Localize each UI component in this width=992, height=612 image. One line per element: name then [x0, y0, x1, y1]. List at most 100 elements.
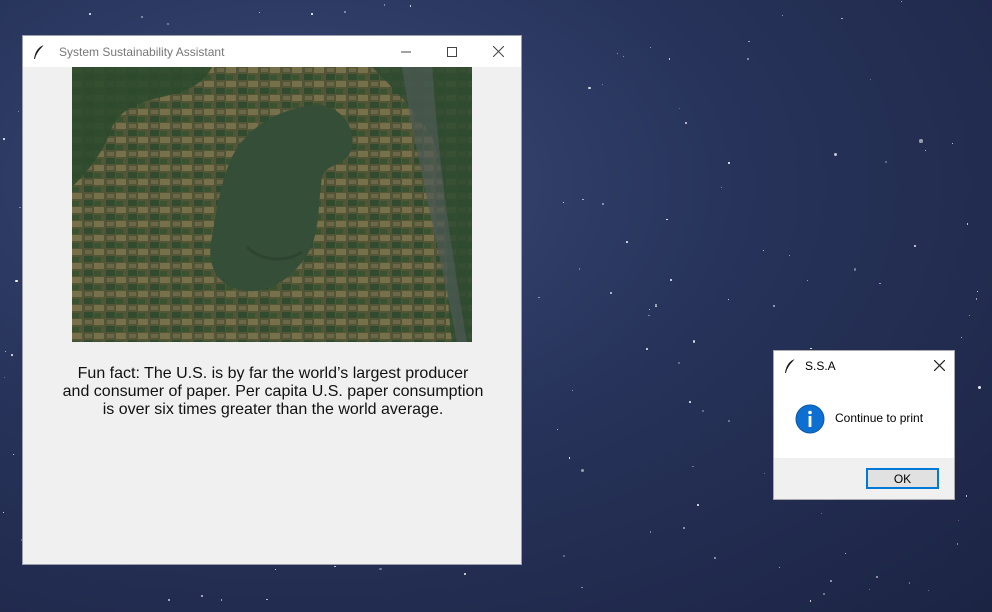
info-icon	[795, 404, 825, 434]
star	[870, 78, 872, 80]
star	[853, 268, 857, 272]
star	[166, 22, 169, 25]
star	[692, 340, 696, 344]
star	[748, 40, 750, 43]
star	[689, 401, 692, 404]
star	[220, 598, 223, 601]
feather-icon	[34, 44, 45, 59]
star	[568, 457, 571, 459]
star	[727, 299, 729, 301]
maximize-icon	[447, 46, 457, 57]
close-icon	[492, 46, 504, 57]
star	[563, 555, 566, 558]
star	[266, 599, 268, 601]
star	[919, 139, 923, 143]
star	[713, 556, 716, 559]
star	[274, 568, 276, 571]
star	[878, 282, 881, 285]
star	[655, 305, 657, 308]
star	[728, 162, 731, 164]
star	[379, 567, 382, 571]
star	[764, 472, 766, 474]
star	[885, 160, 888, 163]
star	[925, 150, 927, 152]
star	[556, 429, 559, 431]
maximize-button[interactable]	[429, 36, 475, 67]
minimize-button[interactable]	[383, 36, 429, 67]
dialog-message: Continue to print	[835, 411, 924, 425]
star	[168, 599, 170, 601]
star	[773, 305, 775, 308]
star	[913, 245, 916, 248]
star	[957, 519, 959, 521]
star	[978, 386, 982, 390]
star	[578, 268, 581, 270]
star	[581, 469, 585, 473]
star	[927, 589, 929, 591]
star	[5, 351, 7, 353]
star	[976, 290, 978, 292]
star	[876, 576, 878, 579]
star	[201, 595, 204, 598]
star	[823, 592, 826, 595]
dialog-footer: OK	[774, 458, 954, 499]
fact-line: and consumer of paper. Per capita U.S. p…	[62, 383, 484, 400]
star	[19, 206, 21, 209]
star	[967, 223, 969, 225]
star	[581, 586, 584, 589]
star	[809, 600, 811, 602]
fact-line: Fun fact: The U.S. is by far the world’s…	[77, 365, 469, 382]
star	[782, 14, 784, 16]
star	[3, 138, 6, 140]
feather-icon	[785, 358, 796, 373]
star	[682, 527, 685, 530]
star	[649, 531, 652, 533]
star	[900, 0, 902, 2]
star	[692, 465, 694, 468]
star	[778, 566, 780, 568]
dialog-title-bar[interactable]: S.S.A	[774, 351, 954, 380]
star	[648, 314, 650, 317]
title-bar[interactable]: System Sustainability Assistant	[23, 36, 521, 67]
star	[88, 12, 91, 15]
star	[668, 57, 671, 60]
star	[968, 314, 970, 316]
star	[12, 453, 14, 455]
star	[696, 504, 699, 507]
star	[572, 390, 574, 392]
star	[258, 11, 261, 14]
star	[562, 201, 565, 204]
star	[820, 512, 823, 515]
star	[610, 291, 613, 294]
fun-fact-text: Fun fact: The U.S. is by far the world’s…	[43, 365, 503, 419]
star	[649, 46, 652, 49]
main-window: System Sustainability Assistant Fun fact…	[22, 35, 522, 565]
star	[869, 588, 871, 591]
star	[727, 420, 730, 423]
dialog-close-button[interactable]	[924, 351, 954, 380]
star	[15, 279, 18, 282]
star	[17, 111, 19, 113]
star	[956, 543, 959, 546]
star	[844, 552, 846, 554]
star	[720, 186, 723, 189]
ok-button[interactable]: OK	[866, 468, 939, 489]
fact-line: is over six times greater than the world…	[102, 401, 444, 418]
star	[833, 153, 837, 157]
close-button[interactable]	[475, 36, 521, 67]
star	[616, 52, 618, 54]
star	[830, 579, 832, 582]
info-dialog: S.S.A Continue to print OK	[773, 350, 955, 500]
minimize-icon	[401, 51, 411, 52]
star	[601, 202, 605, 205]
star	[666, 218, 669, 221]
star	[951, 143, 954, 145]
star	[965, 495, 968, 497]
star	[343, 11, 346, 13]
star	[646, 348, 649, 350]
window-title: System Sustainability Assistant	[59, 44, 225, 59]
dialog-title: S.S.A	[805, 358, 836, 373]
deforestation-satellite-image	[72, 67, 472, 342]
star	[678, 361, 681, 364]
star	[622, 55, 625, 58]
